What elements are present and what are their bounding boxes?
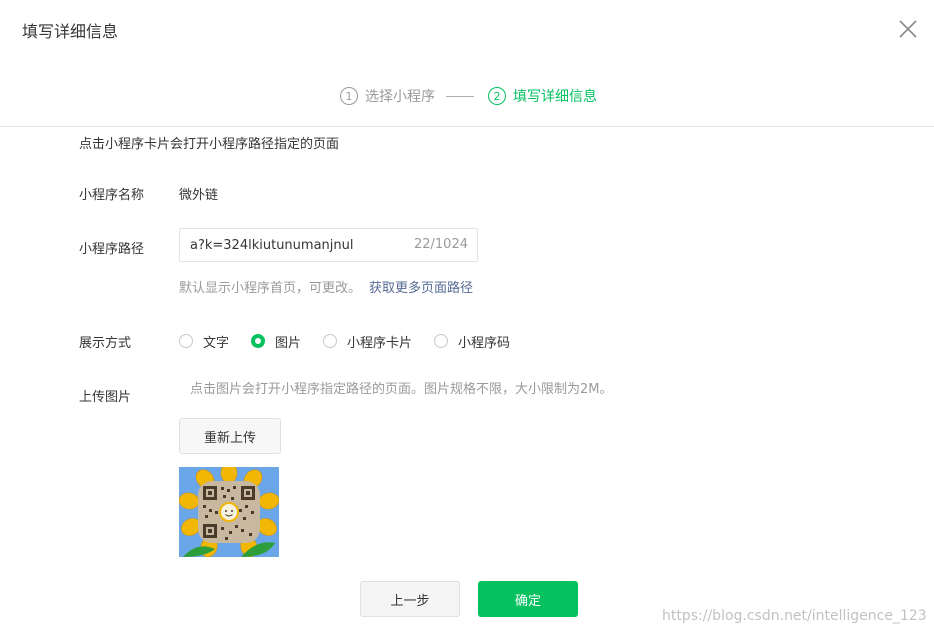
reupload-button[interactable]: 重新上传 (179, 418, 281, 454)
confirm-button[interactable]: 确定 (478, 581, 578, 617)
path-input[interactable] (190, 229, 410, 261)
step-select-miniprogram: 1 选择小程序 (340, 86, 435, 106)
radio-miniprogram-card[interactable]: 小程序卡片 (323, 332, 412, 351)
path-field[interactable]: 22/1024 (179, 228, 478, 262)
radio-button-icon[interactable] (323, 334, 338, 348)
radio-button-icon[interactable] (179, 334, 193, 348)
display-label: 展示方式 (79, 336, 132, 351)
radio-label: 小程序卡片 (347, 335, 413, 351)
watermark: https://blog.csdn.net/intelligence_123 (662, 608, 927, 624)
path-label: 小程序路径 (79, 242, 145, 257)
name-value: 微外链 (179, 188, 219, 203)
radio-miniprogram-code[interactable]: 小程序码 (434, 332, 510, 351)
name-label: 小程序名称 (79, 188, 145, 203)
step-fill-details: 2 填写详细信息 (488, 86, 597, 106)
step-number: 2 (488, 87, 506, 105)
dialog-title: 填写详细信息 (22, 22, 119, 41)
step-label: 填写详细信息 (513, 89, 597, 105)
step-connector (446, 95, 474, 97)
radio-image[interactable]: 图片 (251, 332, 301, 351)
step-number: 1 (340, 87, 358, 105)
step-indicator: 1 选择小程序 2 填写详细信息 (340, 86, 597, 106)
radio-button-checked-icon[interactable] (251, 334, 266, 348)
step-label: 选择小程序 (365, 89, 435, 105)
radio-label: 小程序码 (458, 335, 511, 351)
form-intro: 点击小程序卡片会打开小程序路径指定的页面 (79, 137, 340, 152)
previous-step-button[interactable]: 上一步 (360, 581, 460, 617)
dialog: 填写详细信息 1 选择小程序 2 填写详细信息 点击小程序卡片会打开小程序路径指… (0, 0, 934, 635)
radio-button-icon[interactable] (434, 334, 449, 348)
display-radio-group: 文字 图片 小程序卡片 小程序码 (179, 332, 532, 351)
sunflower-qr-code-image[interactable] (179, 467, 279, 557)
header-divider (0, 126, 934, 127)
close-icon[interactable] (896, 17, 920, 41)
path-hint-text: 默认显示小程序首页，可更改。 (179, 281, 362, 296)
upload-label: 上传图片 (79, 390, 132, 405)
path-hint: 默认显示小程序首页，可更改。 获取更多页面路径 (179, 277, 473, 296)
path-counter: 22/1024 (413, 237, 468, 252)
radio-text[interactable]: 文字 (179, 332, 229, 351)
radio-label: 图片 (275, 335, 302, 351)
upload-hint: 点击图片会打开小程序指定路径的页面。图片规格不限，大小限制为2M。 (190, 382, 613, 397)
more-paths-link[interactable]: 获取更多页面路径 (369, 281, 473, 296)
radio-label: 文字 (203, 335, 230, 351)
